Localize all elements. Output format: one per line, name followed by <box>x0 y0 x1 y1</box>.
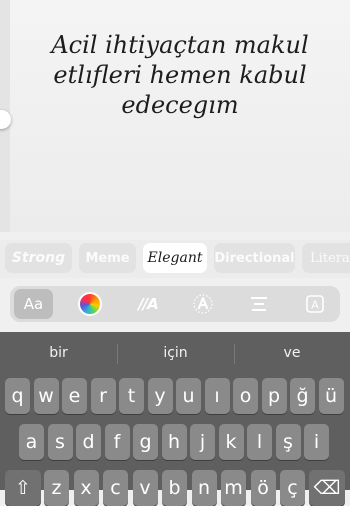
key-x[interactable]: x <box>73 470 99 506</box>
key-ç[interactable]: ç <box>280 470 305 506</box>
key-h[interactable]: h <box>161 424 187 460</box>
text-background-label: A <box>311 299 319 312</box>
predictive-bar: bir için ve <box>0 332 350 374</box>
key-z[interactable]: z <box>44 470 69 506</box>
font-style-picker: Strong Meme Elegant Directional Literat <box>0 240 350 278</box>
sparkle-a-icon <box>193 294 213 314</box>
key-m[interactable]: m <box>221 470 246 506</box>
suggestion-1[interactable]: bir <box>0 332 117 374</box>
key-ğ[interactable]: ğ <box>290 378 315 414</box>
key-p[interactable]: p <box>261 378 287 414</box>
align-button[interactable] <box>241 289 277 319</box>
key-w[interactable]: w <box>33 378 59 414</box>
suggestion-2[interactable]: için <box>117 332 234 374</box>
key-o[interactable]: o <box>233 378 258 414</box>
key-j[interactable]: j <box>190 424 215 460</box>
key-t[interactable]: t <box>119 378 144 414</box>
effect-button[interactable] <box>185 289 221 319</box>
font-style-directional[interactable]: Directional <box>214 243 295 273</box>
key-s[interactable]: s <box>47 424 73 460</box>
story-canvas[interactable]: Acil ihtiyaçtan makul etlıfleri hemen ka… <box>0 0 350 232</box>
key-f[interactable]: f <box>104 424 130 460</box>
key-b[interactable]: b <box>162 470 187 506</box>
text-background-button[interactable]: A <box>297 289 333 319</box>
keyboard: bir için ve q w e r t y u ı o p ğ ü a s d f g h j k l ş i ⇧ z x c v… <box>0 332 350 506</box>
key-l[interactable]: l <box>247 424 272 460</box>
backspace-icon: ⌫ <box>313 477 341 499</box>
key-k[interactable]: k <box>218 424 244 460</box>
color-button[interactable] <box>72 289 108 319</box>
font-button[interactable]: Aa <box>14 289 53 319</box>
key-u[interactable]: u <box>176 378 201 414</box>
key-c[interactable]: c <box>103 470 128 506</box>
key-d[interactable]: d <box>76 424 101 460</box>
key-ı[interactable]: ı <box>204 378 230 414</box>
key-e[interactable]: e <box>62 378 87 414</box>
shift-key[interactable]: ⇧ <box>5 470 41 506</box>
key-y[interactable]: y <box>147 378 173 414</box>
key-q[interactable]: q <box>5 378 30 414</box>
suggestion-3[interactable]: ve <box>234 332 350 374</box>
key-a[interactable]: a <box>19 424 44 460</box>
key-ü[interactable]: ü <box>318 378 344 414</box>
align-center-icon <box>251 297 267 311</box>
key-r[interactable]: r <box>90 378 116 414</box>
key-g[interactable]: g <box>133 424 158 460</box>
animation-button[interactable]: //A <box>130 289 166 319</box>
key-v[interactable]: v <box>132 470 158 506</box>
story-text[interactable]: Acil ihtiyaçtan makul etlıfleri hemen ka… <box>40 30 320 120</box>
font-style-strong[interactable]: Strong <box>5 243 72 273</box>
key-ş[interactable]: ş <box>275 424 301 460</box>
font-style-literature[interactable]: Literat <box>302 243 350 273</box>
font-style-meme[interactable]: Meme <box>79 243 136 273</box>
text-toolbar: Aa //A A <box>10 286 340 322</box>
key-ö[interactable]: ö <box>250 470 276 506</box>
backspace-key[interactable]: ⌫ <box>309 470 345 506</box>
text-background-icon: A <box>306 295 324 313</box>
font-style-elegant[interactable]: Elegant <box>143 243 207 273</box>
color-wheel-icon <box>78 292 102 316</box>
key-i[interactable]: i <box>304 424 329 460</box>
shift-icon: ⇧ <box>15 477 31 499</box>
key-n[interactable]: n <box>191 470 217 506</box>
